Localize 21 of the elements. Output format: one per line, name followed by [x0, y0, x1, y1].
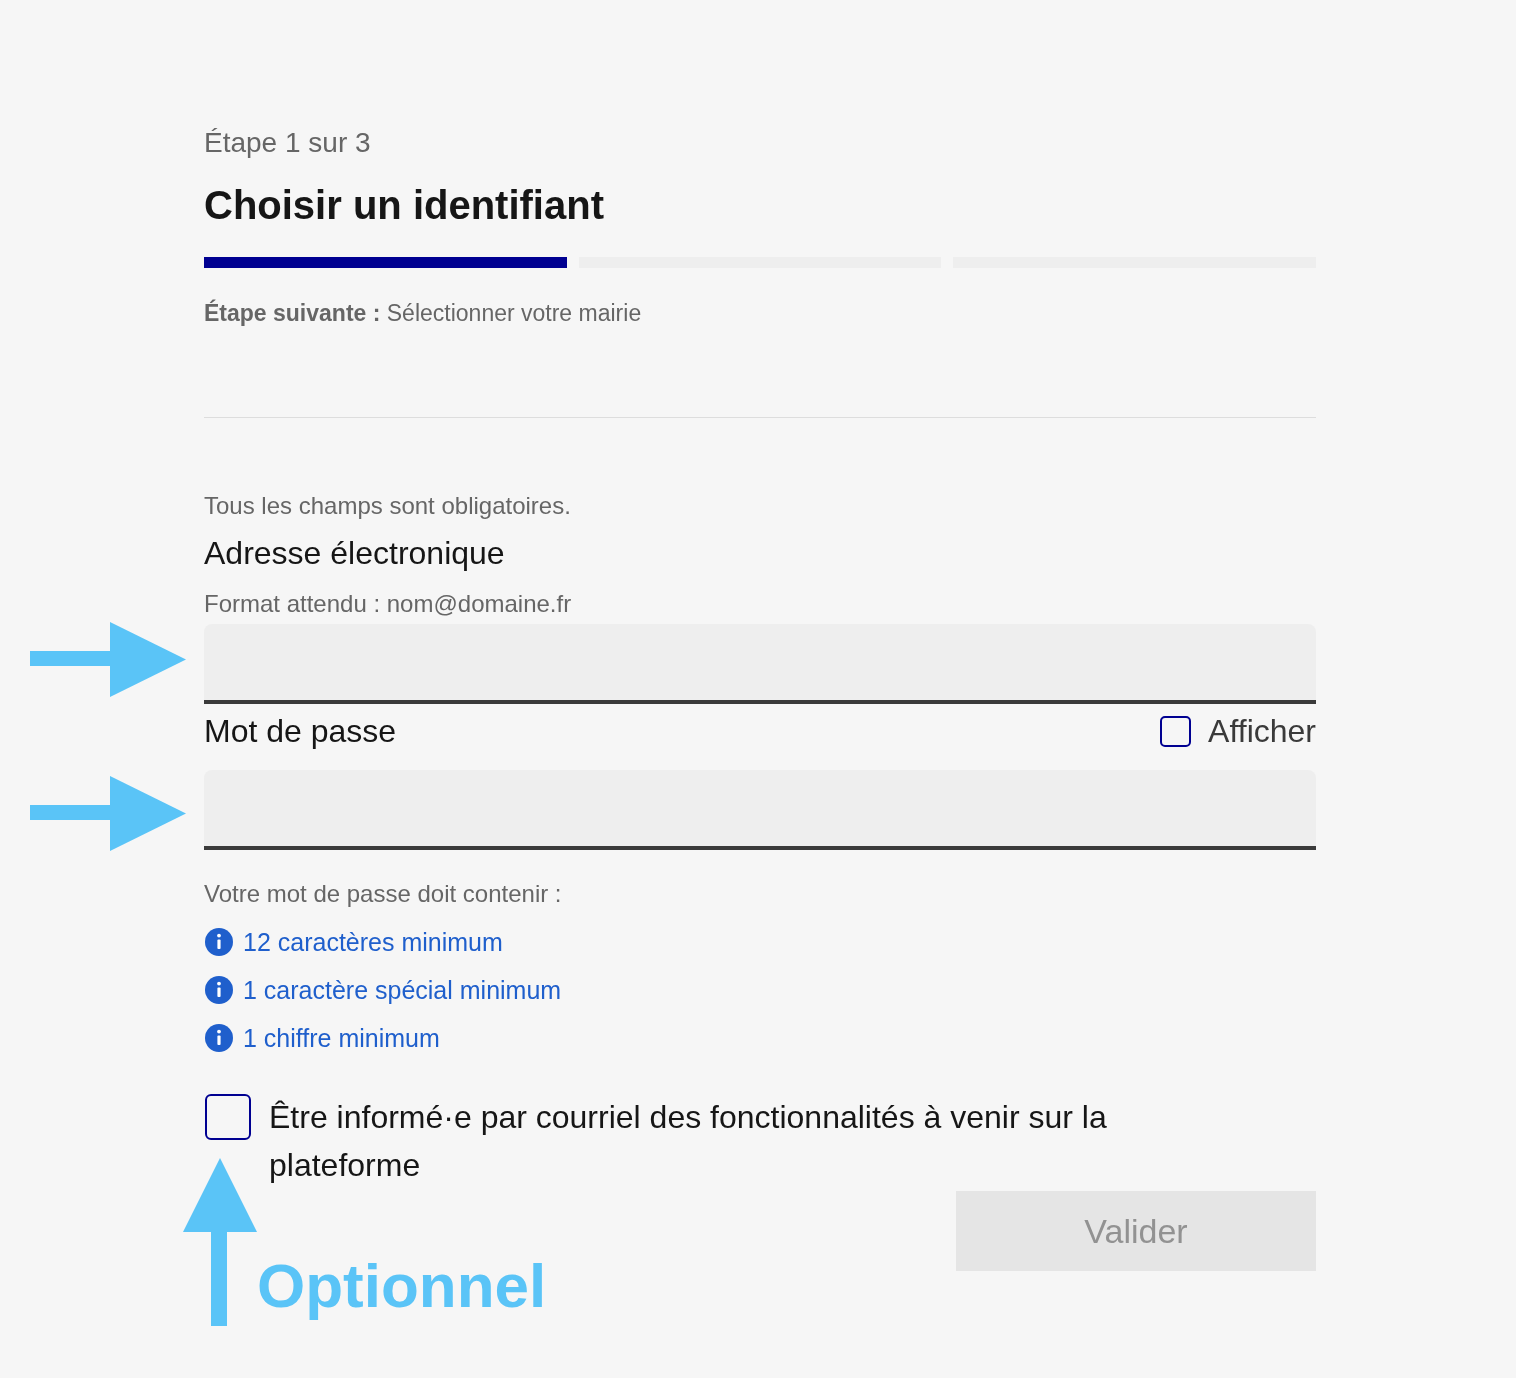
info-icon — [205, 928, 233, 956]
required-note: Tous les champs sont obligatoires. — [204, 491, 571, 521]
rule-text: 1 chiffre minimum — [243, 1023, 440, 1054]
annotation-label: Optionnel — [257, 1254, 547, 1318]
field-label: Mot de passe — [204, 712, 397, 751]
rule-text: 12 caractères minimum — [243, 927, 503, 958]
rules-intro: Votre mot de passe doit contenir : — [204, 879, 562, 909]
rule-text: 1 caractère spécial minimum — [243, 975, 562, 1006]
input-field[interactable] — [204, 624, 1316, 704]
field-hint: Format attendu : nom@domaine.fr — [204, 589, 572, 619]
checkbox[interactable] — [205, 1094, 251, 1140]
step-counter: Étape 1 sur 3 — [204, 126, 371, 160]
checkbox-label: Afficher — [1208, 712, 1316, 751]
info-icon — [205, 1024, 233, 1052]
page-title: Choisir un identifiant — [204, 182, 604, 229]
input-field[interactable] — [204, 770, 1316, 850]
next-step-text: Étape suivante : Sélectionner votre mairie — [204, 298, 642, 328]
info-icon — [205, 976, 233, 1004]
field-label: Adresse électronique — [204, 534, 505, 573]
checkbox-label: Être informé·e par courriel des fonctionnalités à venir sur la plateforme — [269, 1098, 1108, 1185]
checkbox[interactable] — [1160, 715, 1192, 747]
